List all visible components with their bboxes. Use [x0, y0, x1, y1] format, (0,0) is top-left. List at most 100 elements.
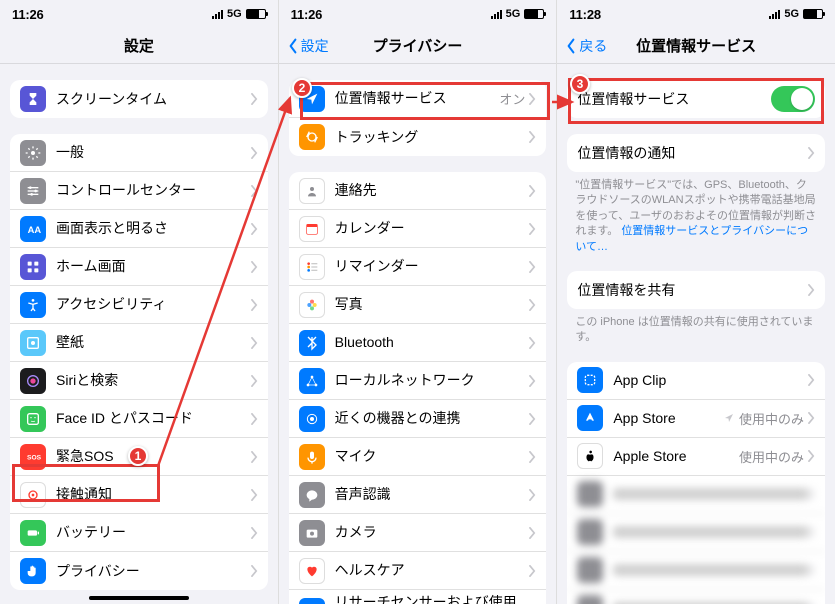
settings-row[interactable]: Face ID とパスコード — [10, 400, 268, 438]
back-button[interactable]: 設定 — [287, 36, 329, 56]
health-icon — [299, 558, 325, 584]
appclip-icon — [577, 367, 603, 393]
chevron-right-icon — [529, 223, 536, 235]
row-label: 接触通知 — [56, 486, 251, 503]
settings-row[interactable]: カメラ — [289, 514, 547, 552]
status-time: 11:26 — [291, 7, 323, 22]
settings-row[interactable]: Siriと検索 — [10, 362, 268, 400]
row-label: 壁紙 — [56, 334, 251, 351]
wallpaper-icon — [20, 330, 46, 356]
chevron-right-icon — [529, 565, 536, 577]
mic-icon — [299, 444, 325, 470]
row-label: Apple Store — [613, 448, 739, 465]
settings-row[interactable]: App Clip — [567, 362, 825, 400]
chevron-right-icon — [808, 147, 815, 159]
back-button[interactable]: 戻る — [565, 36, 607, 56]
battery-icon — [803, 9, 823, 19]
row-label: 近くの機器との連携 — [335, 410, 530, 427]
toggle-switch[interactable] — [771, 86, 815, 112]
settings-row[interactable]: リサーチセンサーおよび使用状況データ — [289, 590, 547, 604]
row-label: App Clip — [613, 372, 808, 389]
settings-row[interactable]: ヘルスケア — [289, 552, 547, 590]
settings-group: スクリーンタイム — [10, 80, 268, 118]
textsize-icon: AA — [20, 216, 46, 242]
chevron-right-icon — [251, 375, 258, 387]
chevron-right-icon — [251, 489, 258, 501]
settings-row[interactable]: 近くの機器との連携 — [289, 400, 547, 438]
app-icon — [577, 519, 603, 545]
content: 位置情報サービスオントラッキング連絡先カレンダーリマインダー写真Bluetoot… — [279, 64, 557, 604]
settings-row[interactable]: 連絡先 — [289, 172, 547, 210]
chevron-right-icon — [251, 527, 258, 539]
reminders-icon — [299, 254, 325, 280]
signal-icon — [769, 9, 780, 19]
app-icon — [577, 595, 603, 604]
settings-row[interactable]: ホーム画面 — [10, 248, 268, 286]
appstore-icon — [577, 405, 603, 431]
row-label: リマインダー — [335, 258, 530, 275]
settings-row[interactable]: スクリーンタイム — [10, 80, 268, 118]
chevron-right-icon — [808, 412, 815, 424]
sos-icon: SOS — [20, 444, 46, 470]
settings-row[interactable]: 壁紙 — [10, 324, 268, 362]
settings-row[interactable]: コントロールセンター — [10, 172, 268, 210]
settings-group: 一般コントロールセンター AA画面表示と明るさホーム画面アクセシビリティ壁紙 Sir… — [10, 134, 268, 590]
list-item-blurred[interactable] — [567, 590, 825, 604]
row-detail: オン — [499, 89, 525, 108]
accessibility-icon — [20, 292, 46, 318]
network-label: 5G — [784, 8, 799, 20]
chevron-right-icon — [251, 451, 258, 463]
settings-row[interactable]: 一般 — [10, 134, 268, 172]
list-item-blurred[interactable] — [567, 514, 825, 552]
settings-row[interactable]: リマインダー — [289, 248, 547, 286]
list-item-blurred[interactable] — [567, 552, 825, 590]
settings-row[interactable]: プライバシー — [10, 552, 268, 590]
chevron-left-icon — [565, 38, 577, 54]
row-label: 一般 — [56, 144, 251, 161]
settings-row[interactable]: 位置情報サービスオン — [289, 80, 547, 118]
settings-group: 位置情報の通知 — [567, 134, 825, 172]
settings-row[interactable]: バッテリー — [10, 514, 268, 552]
row-label: 音声認識 — [335, 486, 530, 503]
footer-note: "位置情報サービス"では、GPS、Bluetooth、クラウドソースのWLANス… — [557, 172, 835, 255]
navbar: 設定 — [0, 28, 278, 64]
footer-link[interactable]: 位置情報サービスとプライバシーについて… — [575, 225, 808, 252]
settings-row[interactable]: Apple Store使用中のみ — [567, 438, 825, 476]
settings-row[interactable]: AA画面表示と明るさ — [10, 210, 268, 248]
list-item-blurred[interactable] — [567, 476, 825, 514]
page-title: プライバシー — [373, 35, 463, 56]
back-label: 設定 — [301, 36, 329, 56]
chevron-right-icon — [529, 261, 536, 273]
settings-row[interactable]: 位置情報の通知 — [567, 134, 825, 172]
settings-row[interactable]: 写真 — [289, 286, 547, 324]
calendar-icon — [299, 216, 325, 242]
page-title: 位置情報サービス — [636, 35, 756, 56]
settings-row[interactable]: Bluetooth — [289, 324, 547, 362]
research-icon — [299, 598, 325, 604]
settings-group: 位置情報サービスオントラッキング — [289, 80, 547, 156]
nearby-icon — [299, 406, 325, 432]
row-label — [613, 526, 808, 538]
status-bar: 11:26 5G — [279, 0, 557, 28]
settings-row[interactable]: 音声認識 — [289, 476, 547, 514]
settings-row[interactable]: カレンダー — [289, 210, 547, 248]
settings-row[interactable]: トラッキング — [289, 118, 547, 156]
settings-row[interactable]: アクセシビリティ — [10, 286, 268, 324]
chevron-right-icon — [529, 337, 536, 349]
grid-icon — [20, 254, 46, 280]
row-label: コントロールセンター — [56, 182, 251, 199]
settings-row[interactable]: マイク — [289, 438, 547, 476]
chevron-right-icon — [529, 375, 536, 387]
chevron-right-icon — [808, 488, 815, 500]
row-label: カレンダー — [335, 220, 530, 237]
settings-row[interactable]: 位置情報を共有 — [567, 271, 825, 309]
settings-row[interactable]: 接触通知 — [10, 476, 268, 514]
settings-row[interactable]: App Store使用中のみ — [567, 400, 825, 438]
status-time: 11:26 — [12, 7, 44, 22]
settings-group: 位置情報を共有 — [567, 271, 825, 309]
settings-row[interactable]: ローカルネットワーク — [289, 362, 547, 400]
row-label: 位置情報を共有 — [577, 282, 808, 299]
gear-icon — [20, 140, 46, 166]
chevron-right-icon — [529, 299, 536, 311]
navbar: 戻る 位置情報サービス — [557, 28, 835, 64]
